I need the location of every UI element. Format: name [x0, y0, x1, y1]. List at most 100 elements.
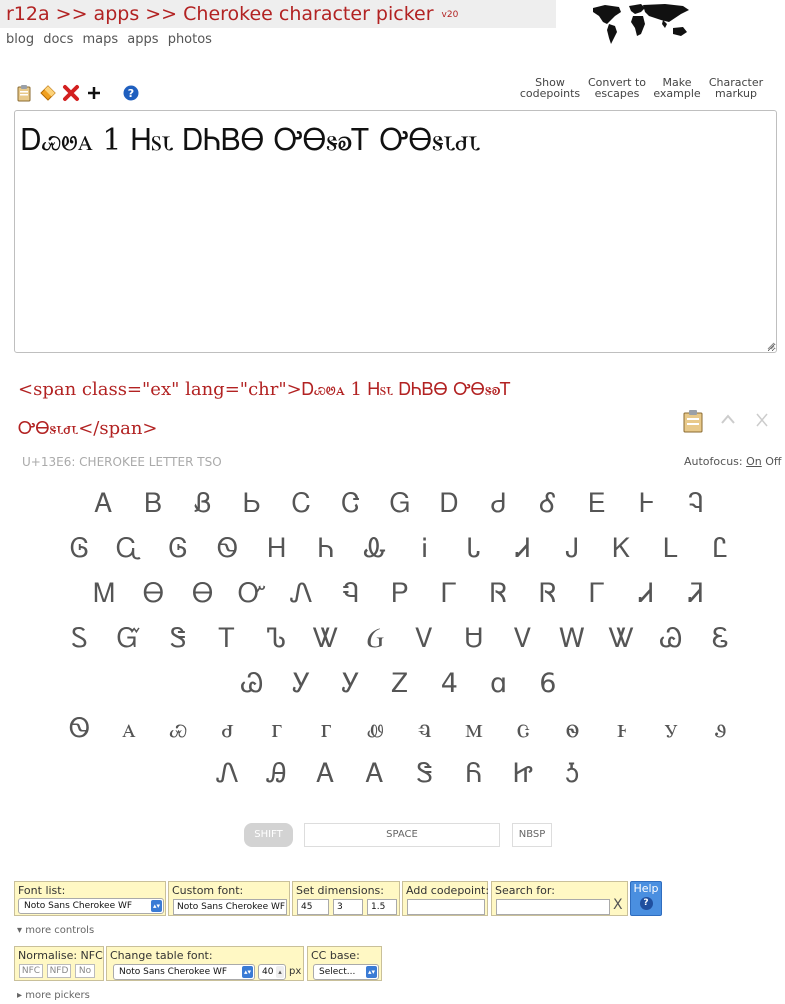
- space-button[interactable]: SPACE: [304, 823, 500, 847]
- character-key[interactable]: ꮔ: [400, 707, 449, 751]
- character-key[interactable]: Ꮜ: [449, 617, 498, 661]
- character-key[interactable]: Ꮛ: [696, 617, 745, 661]
- character-key[interactable]: Ꮦ: [252, 617, 301, 661]
- character-key[interactable]: Ꮧ: [622, 572, 671, 616]
- character-key[interactable]: Ꮎ: [129, 572, 178, 616]
- collapse-up-icon[interactable]: [720, 413, 736, 425]
- world-map-logo[interactable]: [585, 2, 695, 46]
- character-key[interactable]: ꮁ: [301, 707, 350, 751]
- character-key[interactable]: ꭺ: [104, 707, 153, 751]
- character-key[interactable]: ꭹ: [646, 707, 695, 751]
- clipboard-icon[interactable]: [15, 84, 33, 102]
- character-key[interactable]: Ꮑ: [203, 752, 252, 796]
- character-key[interactable]: ꮻ: [548, 707, 597, 751]
- add-codepoint-input[interactable]: [407, 899, 485, 915]
- nav-maps[interactable]: maps: [83, 32, 119, 47]
- nav-blog[interactable]: blog: [6, 32, 34, 47]
- character-key[interactable]: Ꮭ: [696, 527, 745, 571]
- character-key[interactable]: Ꮁ: [573, 572, 622, 616]
- character-key[interactable]: Ᏽ: [351, 617, 400, 661]
- character-key[interactable]: Ꮟ: [227, 482, 276, 526]
- character-key[interactable]: Ꮃ: [548, 617, 597, 661]
- dimension-input-1[interactable]: 45: [297, 899, 329, 915]
- character-key[interactable]: 6: [523, 662, 572, 706]
- character-key[interactable]: Ꮁ: [425, 572, 474, 616]
- character-key[interactable]: Ᏺ: [449, 752, 498, 796]
- character-key[interactable]: Ꮤ: [597, 617, 646, 661]
- resize-grip-icon[interactable]: [767, 342, 775, 350]
- nav-apps[interactable]: apps: [127, 32, 158, 47]
- character-key[interactable]: ɑ: [474, 662, 523, 706]
- normalise-no-button[interactable]: No: [75, 964, 95, 978]
- character-key[interactable]: Ꮔ: [326, 572, 375, 616]
- character-key[interactable]: Ꮢ: [523, 572, 572, 616]
- nav-docs[interactable]: docs: [43, 32, 73, 47]
- character-key[interactable]: Ꭿ: [252, 752, 301, 796]
- character-key[interactable]: ꮳ: [499, 707, 548, 751]
- character-key[interactable]: Ꭺ: [351, 752, 400, 796]
- shift-button[interactable]: SHIFT: [244, 823, 293, 847]
- character-key[interactable]: Ꭲ: [203, 617, 252, 661]
- character-key[interactable]: Ᏻ: [104, 617, 153, 661]
- character-key[interactable]: Ꮥ: [400, 752, 449, 796]
- character-key[interactable]: Ꭺ: [301, 752, 350, 796]
- character-key[interactable]: ꮷ: [203, 707, 252, 751]
- close-markup-icon[interactable]: [755, 412, 769, 428]
- character-key[interactable]: Ꮕ: [227, 572, 276, 616]
- nbsp-button[interactable]: NBSP: [512, 823, 552, 847]
- character-key[interactable]: Ᏸ: [178, 482, 227, 526]
- site-title[interactable]: r12a >> apps >> Cherokee character picke…: [6, 3, 458, 25]
- character-key[interactable]: Ꭹ: [277, 662, 326, 706]
- character-key[interactable]: Ꮎ: [178, 572, 227, 616]
- help-icon[interactable]: ?: [122, 84, 140, 102]
- character-key[interactable]: Ꮇ: [80, 572, 129, 616]
- character-key[interactable]: Ꮢ: [474, 572, 523, 616]
- character-key[interactable]: Ꮩ: [400, 617, 449, 661]
- dimension-input-2[interactable]: 3: [333, 899, 363, 915]
- character-key[interactable]: ꮺ: [351, 707, 400, 751]
- character-key[interactable]: Ꭰ: [425, 482, 474, 526]
- character-key[interactable]: Ꮄ: [523, 482, 572, 526]
- character-key[interactable]: Ꮆ: [154, 527, 203, 571]
- character-key[interactable]: Ꮒ: [301, 527, 350, 571]
- custom-font-input[interactable]: Noto Sans Cherokee WF: [173, 899, 287, 915]
- table-font-size-stepper[interactable]: 40 ▴: [258, 964, 286, 980]
- site-title-text[interactable]: r12a >> apps >> Cherokee character picke…: [6, 3, 434, 25]
- character-key[interactable]: ꮽ: [696, 707, 745, 751]
- help-button[interactable]: Help ?: [630, 881, 662, 916]
- character-key[interactable]: ꮇ: [449, 707, 498, 751]
- character-key[interactable]: Ꮶ: [597, 527, 646, 571]
- character-key[interactable]: Ꮑ: [277, 572, 326, 616]
- character-key[interactable]: Ꮯ: [277, 482, 326, 526]
- character-key[interactable]: Ꮮ: [646, 527, 695, 571]
- eraser-icon[interactable]: [39, 84, 57, 102]
- dimension-input-3[interactable]: 1.5: [367, 899, 397, 915]
- character-key[interactable]: Ꮓ: [375, 662, 424, 706]
- search-clear-button[interactable]: X: [613, 897, 623, 913]
- character-key[interactable]: ꮿ: [154, 707, 203, 751]
- autofocus-off[interactable]: Off: [765, 455, 781, 468]
- normalise-nfc-button[interactable]: NFC: [19, 964, 43, 978]
- character-key[interactable]: Ꮻ: [55, 707, 104, 751]
- output-textarea[interactable]: Ꭰꮿꮼꭺ 1 Ꮋꮪꮣ ᎠᏂᏴᎾ ᎤᎾꮥꭷᎢ ᎤᎾꮥꮣꮷꮣ: [14, 110, 777, 353]
- character-key[interactable]: Ꭼ: [573, 482, 622, 526]
- character-key[interactable]: Ꮲ: [375, 572, 424, 616]
- character-key[interactable]: Ꮧ: [499, 527, 548, 571]
- add-icon[interactable]: [85, 84, 103, 102]
- character-key[interactable]: Ꭵ: [400, 527, 449, 571]
- autofocus-on[interactable]: On: [746, 455, 762, 468]
- character-key[interactable]: Ꮷ: [474, 482, 523, 526]
- search-input[interactable]: [496, 899, 610, 915]
- character-key[interactable]: Ꮈ: [671, 482, 720, 526]
- table-font-select[interactable]: Noto Sans Cherokee WF ▴▾: [113, 964, 255, 980]
- character-key[interactable]: Ꮵ: [499, 752, 548, 796]
- more-pickers-link[interactable]: ▸ more pickers: [17, 990, 90, 1001]
- character-key[interactable]: Ꮨ: [671, 572, 720, 616]
- character-key[interactable]: Ꮋ: [252, 527, 301, 571]
- copy-markup-icon[interactable]: [682, 409, 704, 433]
- more-controls-link[interactable]: ▾ more controls: [17, 925, 94, 936]
- show-codepoints-button[interactable]: Show codepoints: [518, 77, 582, 99]
- character-key[interactable]: Ꮻ: [203, 527, 252, 571]
- character-key[interactable]: ꮁ: [252, 707, 301, 751]
- character-key[interactable]: Ꮣ: [449, 527, 498, 571]
